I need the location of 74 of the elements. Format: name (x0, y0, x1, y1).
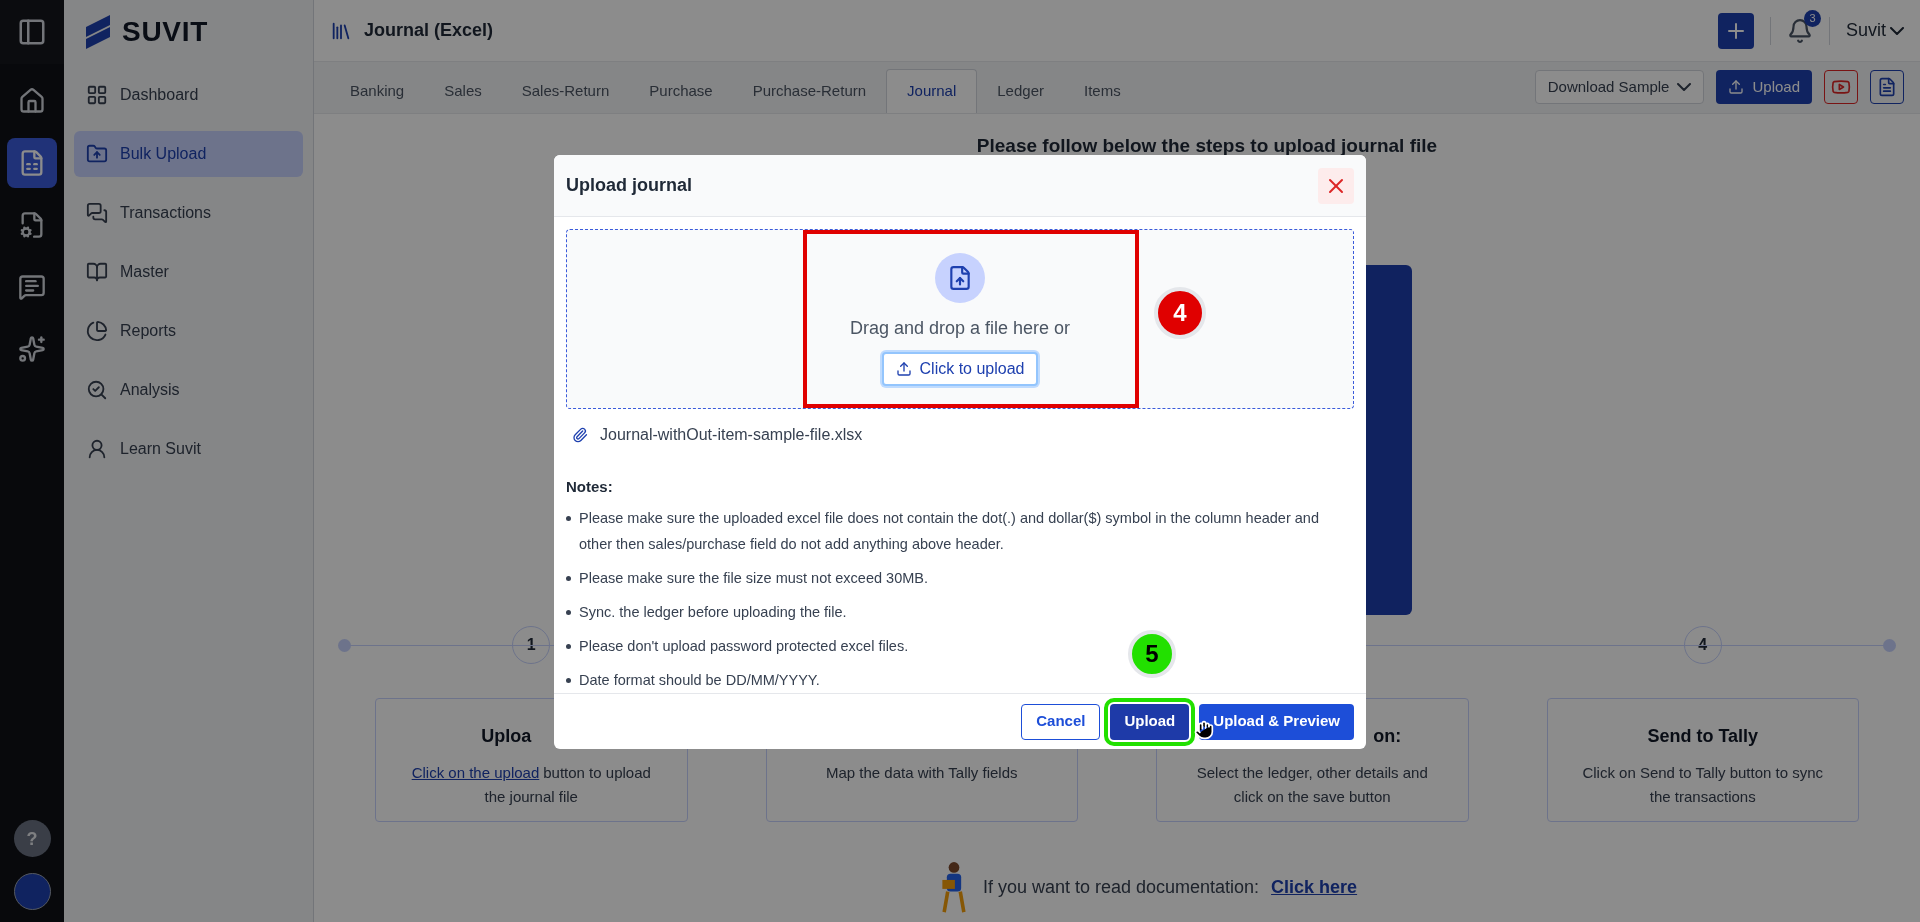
grid-icon (86, 84, 108, 106)
sidebar-item[interactable]: Learn Suvit (74, 426, 303, 472)
sidebar-item[interactable]: Analysis (74, 367, 303, 413)
notification-count: 3 (1803, 9, 1821, 27)
brand-name: SUVIT (122, 15, 208, 49)
magnifier-icon (86, 379, 108, 401)
file-name: Journal-withOut-item-sample-file.xlsx (600, 425, 863, 445)
sidebar-item[interactable]: Dashboard (74, 72, 303, 118)
download-sample-dropdown[interactable]: Download Sample (1534, 70, 1705, 104)
pie-chart-icon (86, 320, 108, 342)
tab[interactable]: Journal (886, 69, 978, 113)
sidebar-item[interactable]: Master (74, 249, 303, 295)
user-menu[interactable]: Suvit (1845, 17, 1904, 44)
tab[interactable]: Purchase-Return (732, 69, 887, 113)
bullet-icon (566, 610, 571, 615)
avatar-icon[interactable] (13, 873, 51, 910)
sidebar-item[interactable]: Reports (74, 308, 303, 354)
dialog-button[interactable]: Cancel (1021, 703, 1101, 740)
drop-text: Drag and drop a file here or (849, 316, 1071, 340)
step-marker: 5 (1128, 630, 1176, 678)
tab[interactable]: Items (1064, 69, 1141, 113)
tab[interactable]: Banking (330, 69, 425, 113)
step-title: Send to Tally (1647, 724, 1759, 745)
note-text: Sync. the ledger before uploading the file. (579, 603, 848, 622)
documentation-link[interactable]: Click here (1271, 874, 1358, 901)
step-description: Map the data with Tally fields (826, 762, 1018, 783)
documentation-text: If you want to read documentation: (982, 876, 1260, 899)
step-description: click on the save button (1233, 786, 1391, 807)
upload-link[interactable]: Click on the upload (411, 760, 540, 785)
hand-cursor-icon (1194, 720, 1214, 740)
sidebar-item[interactable]: Transactions (74, 190, 303, 236)
step-description: Click on Send to Tally button to sync (1582, 762, 1824, 783)
folder-upload-icon (86, 143, 108, 165)
step-description: the journal file (484, 786, 578, 807)
tab[interactable]: Ledger (977, 69, 1064, 113)
book-icon (86, 261, 108, 283)
steps-heading: Please follow below the steps to upload journal file (975, 134, 1439, 158)
chevron-down-icon (1677, 83, 1692, 91)
step-title: Uploa (481, 724, 532, 745)
tab[interactable]: Sales-Return (501, 69, 630, 113)
person-icon (86, 438, 108, 460)
file-upload-icon (935, 252, 985, 303)
note-text: Date format should be DD/MM/YYYY. (579, 671, 821, 690)
step-description: Select the ledger, other details and (1196, 762, 1428, 783)
document-icon[interactable] (1870, 70, 1904, 104)
tab[interactable]: Sales (424, 69, 502, 113)
click-to-upload-button[interactable]: Click to upload (881, 351, 1039, 386)
note-text: Please make sure the file size must not exceed 30MB. (579, 569, 929, 588)
note-text: Please don't upload password protected excel files. (579, 637, 910, 656)
bullet-icon (566, 576, 571, 581)
bullet-icon (566, 644, 571, 649)
dialog-title: Upload journal (566, 174, 692, 197)
help-button[interactable]: ? (13, 820, 51, 857)
video-icon[interactable] (1824, 70, 1858, 104)
step-description: button to upload (543, 762, 651, 783)
notes-title: Notes: (566, 478, 613, 495)
bullet-icon (566, 678, 571, 683)
sidebar-item[interactable]: Bulk Upload (74, 131, 303, 177)
dialog-button[interactable]: Upload & Preview (1199, 703, 1354, 740)
page-title: Journal (Excel) (364, 19, 494, 42)
chat-icon (86, 202, 108, 224)
close-button[interactable] (1318, 167, 1354, 204)
chevron-down-icon (1890, 26, 1904, 35)
bullet-icon (566, 516, 571, 521)
step-description: the transactions (1649, 786, 1756, 807)
upload-icon (1728, 79, 1745, 95)
tab[interactable]: Purchase (629, 69, 733, 113)
paperclip-icon (572, 427, 588, 443)
upload-icon (895, 360, 912, 377)
upload-button[interactable]: Upload (1716, 70, 1812, 104)
note-text: Please make sure the uploaded excel file does not contain the dot(.) and dollar($) symbol in the column header and other then sales/purchase field do not add anything above header. (579, 509, 1320, 554)
document-sync-icon[interactable] (7, 138, 57, 188)
add-button[interactable] (1717, 12, 1754, 49)
step-title: on: (1373, 724, 1402, 745)
